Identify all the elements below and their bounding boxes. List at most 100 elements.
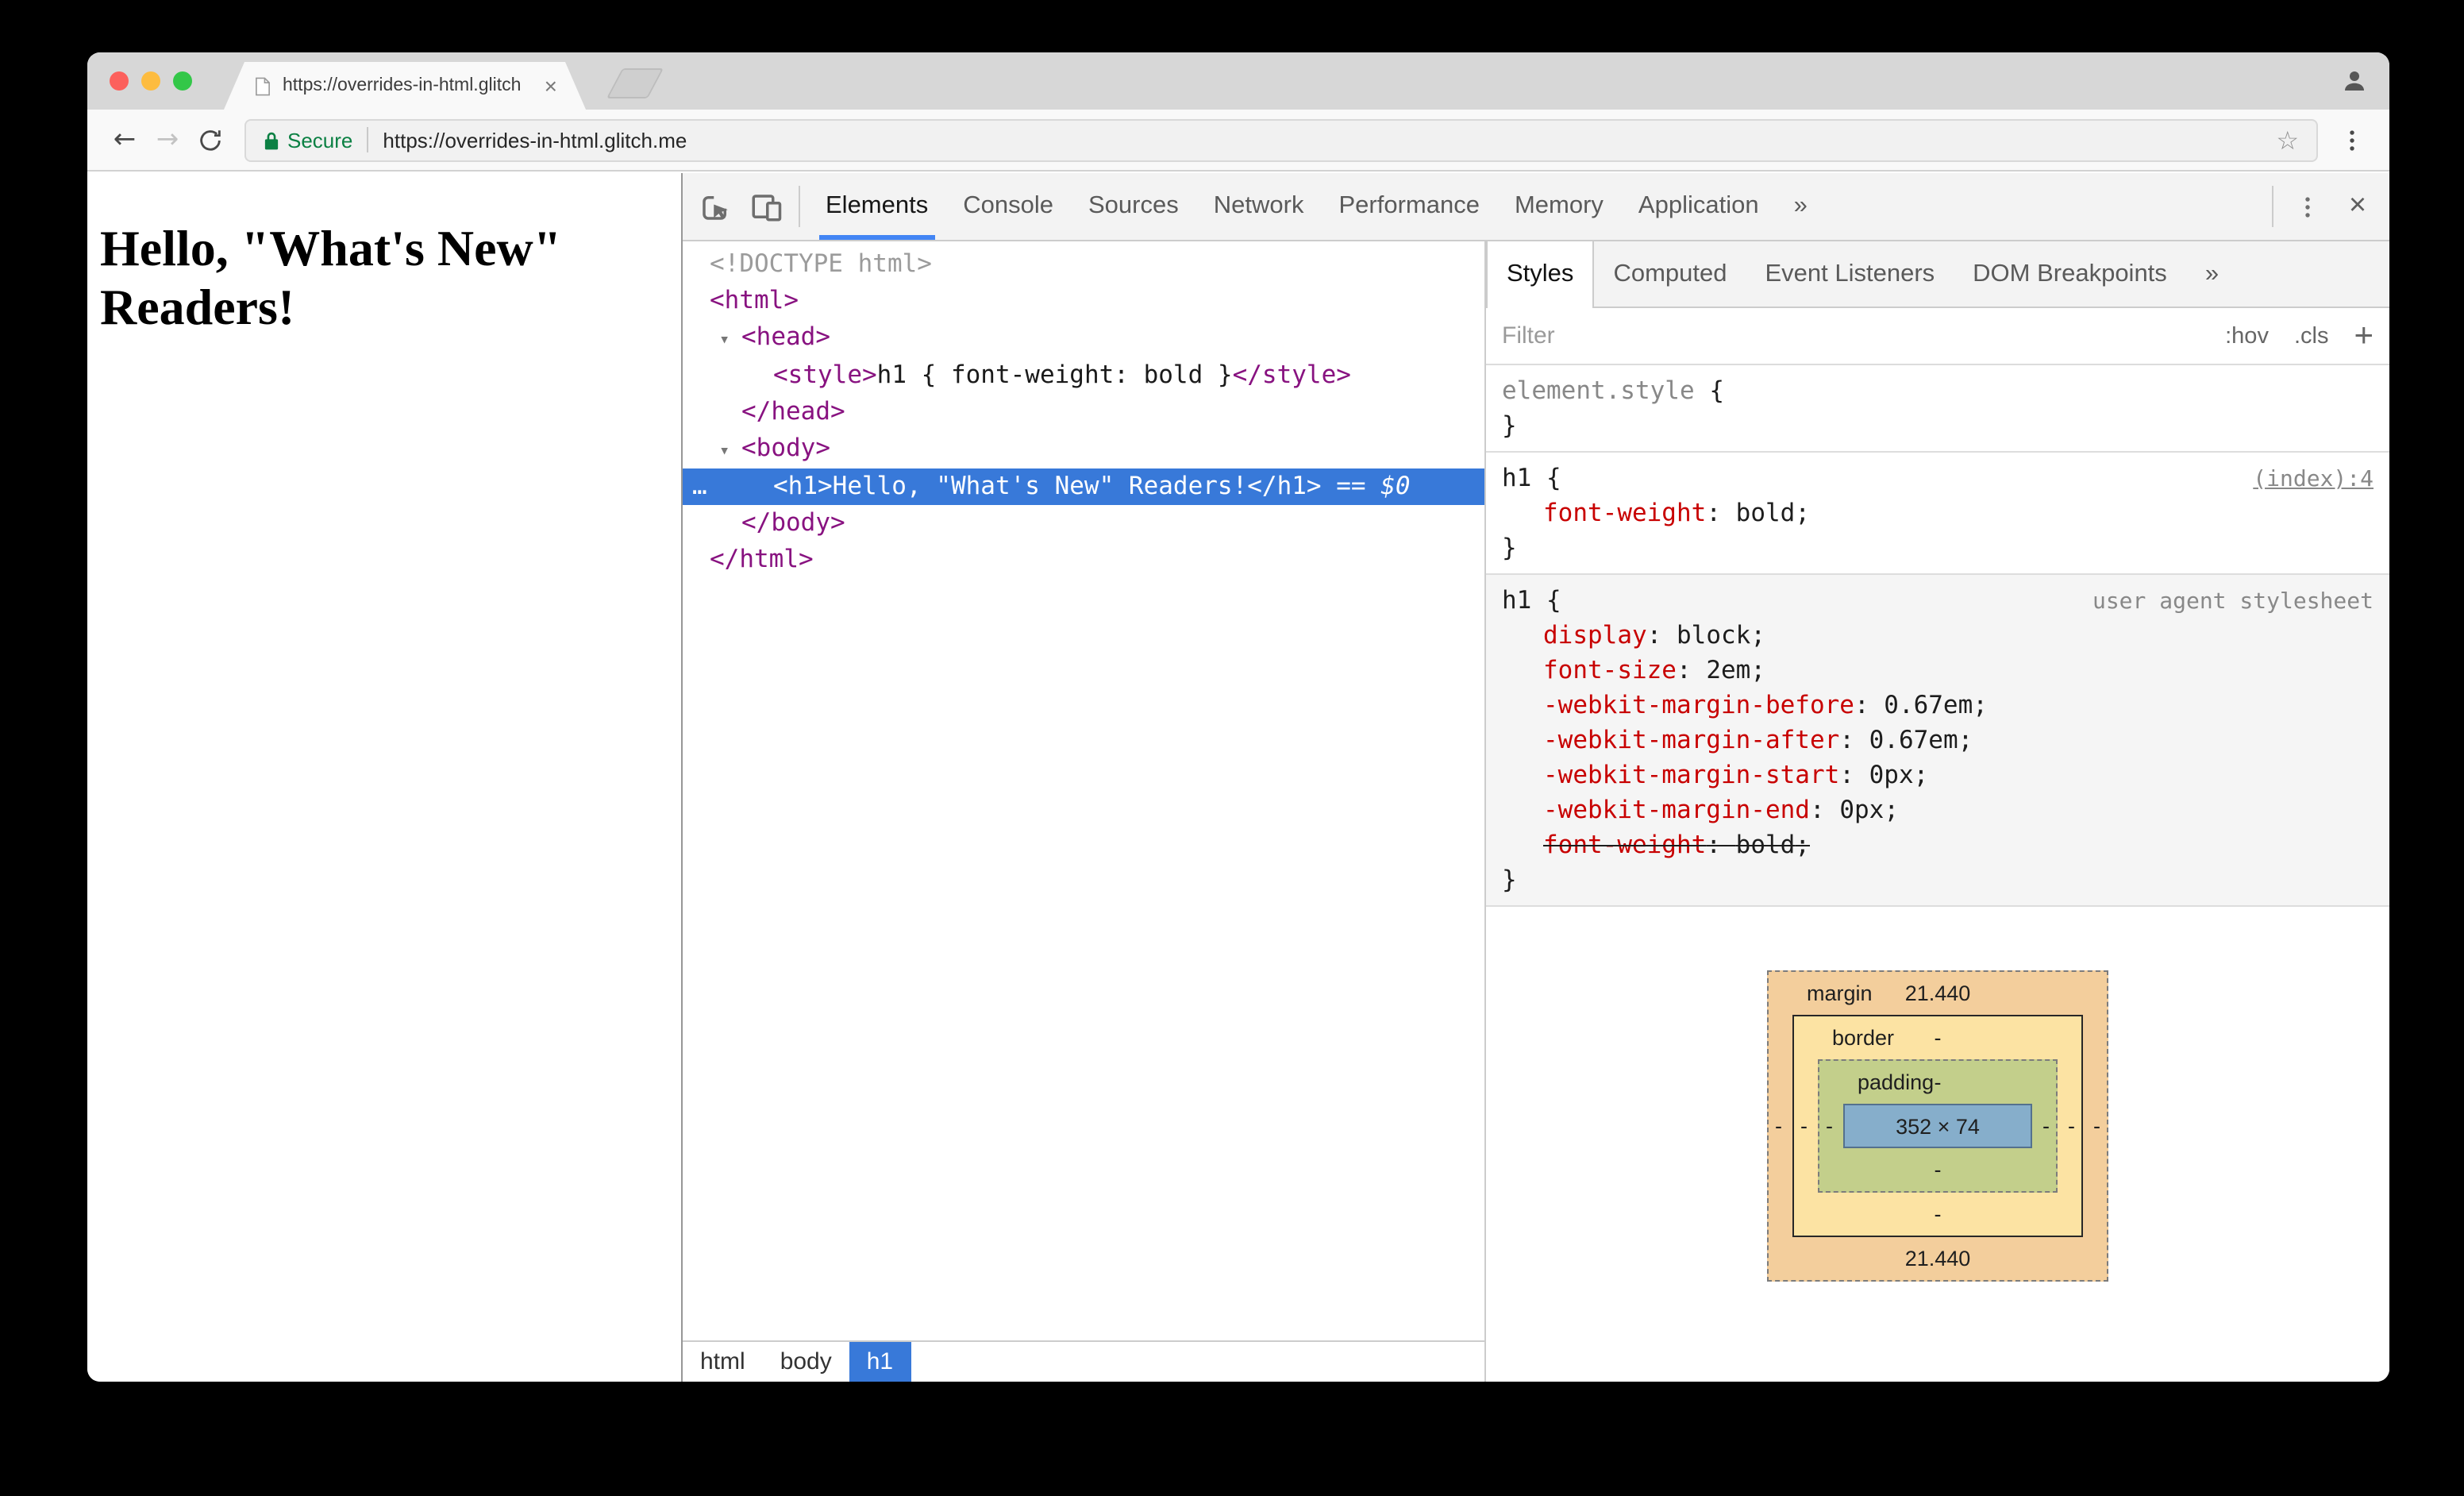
box-model-border[interactable]: border - - - padding - - - 352 × 74 - - (1792, 1015, 2083, 1237)
css-property[interactable]: -webkit-margin-start: 0px; (1502, 758, 2374, 792)
sidebar-tab-more[interactable]: » (2186, 241, 2238, 307)
box-model-margin[interactable]: margin 21.440 - - border - - - padding -… (1767, 970, 2108, 1282)
dom-tree-row[interactable]: <!DOCTYPE html> (683, 246, 1484, 283)
box-model-content[interactable]: 352 × 74 (1843, 1104, 2032, 1148)
css-property-semicolon: ; (1884, 796, 1899, 824)
dom-tree-row[interactable]: <style>h1 { font-weight: bold }</style> (683, 357, 1484, 394)
devtools-menu-icon[interactable] (2281, 173, 2332, 240)
sidebar-tab-dom-breakpoints[interactable]: DOM Breakpoints (1954, 241, 2186, 307)
breadcrumb-item-body[interactable]: body (763, 1342, 849, 1382)
devtools-close-icon[interactable]: × (2332, 173, 2383, 240)
css-property[interactable]: -webkit-margin-after: 0.67em; (1502, 723, 2374, 758)
dom-tree-row[interactable]: <html> (683, 283, 1484, 319)
css-property[interactable]: font-weight: bold; (1502, 827, 2374, 862)
dom-tree-row[interactable]: </head> (683, 394, 1484, 430)
css-property[interactable]: -webkit-margin-end: 0px; (1502, 792, 2374, 827)
tab-bar: https://overrides-in-html.glitch × (87, 52, 2389, 110)
inspect-element-icon[interactable] (689, 173, 740, 240)
sidebar-tab-styles[interactable]: Styles (1486, 241, 1595, 308)
padding-right-value[interactable]: - (2042, 1114, 2050, 1138)
css-property-name: font-size (1543, 656, 1677, 684)
css-property[interactable]: font-weight: bold; (1502, 495, 2374, 530)
new-tab-button[interactable] (606, 68, 664, 98)
style-rule-header: element.style { (1502, 373, 2374, 408)
address-bar[interactable]: Secure https://overrides-in-html.glitch.… (244, 118, 2318, 161)
profile-icon[interactable] (2340, 67, 2369, 95)
code-token: <h1> (773, 472, 833, 500)
box-model-padding[interactable]: padding - - - 352 × 74 - (1818, 1059, 2058, 1193)
style-rule: element.style {} (1486, 365, 2389, 453)
sidebar-tab-event-listeners[interactable]: Event Listeners (1746, 241, 1954, 307)
breadcrumb: html body h1 (683, 1340, 1484, 1382)
browser-menu-icon[interactable] (2331, 118, 2374, 161)
devtools-tab-performance[interactable]: Performance (1321, 173, 1496, 240)
tab-close-icon[interactable]: × (545, 75, 557, 97)
css-property[interactable]: font-size: 2em; (1502, 653, 2374, 688)
margin-bottom-value[interactable]: 21.440 (1905, 1247, 1971, 1270)
expand-arrow-icon[interactable]: ▾ (719, 321, 741, 357)
fullscreen-window-button[interactable] (173, 71, 192, 91)
border-left-value[interactable]: - (1800, 1114, 1808, 1138)
forward-button[interactable]: → (146, 118, 189, 161)
reload-button[interactable] (189, 118, 232, 161)
devtools-toolbar-right: × (2264, 173, 2383, 240)
pseudo-class-toggle[interactable]: :hov (2225, 323, 2269, 349)
browser-tab[interactable]: https://overrides-in-html.glitch × (224, 62, 586, 110)
close-window-button[interactable] (110, 71, 129, 91)
class-toggle[interactable]: .cls (2294, 323, 2329, 349)
devtools-tab-sources[interactable]: Sources (1071, 173, 1196, 240)
breadcrumb-item-h1[interactable]: h1 (849, 1342, 911, 1382)
margin-top-value[interactable]: 21.440 (1905, 981, 1971, 1005)
filter-input[interactable]: Filter (1502, 322, 1555, 349)
security-status[interactable]: Secure (264, 128, 352, 152)
css-property[interactable]: display: block; (1502, 618, 2374, 653)
style-rule: h1 {(index):4 font-weight: bold;} (1486, 453, 2389, 575)
rule-selector[interactable]: h1 (1502, 586, 1531, 615)
padding-bottom-value[interactable]: - (1935, 1158, 1942, 1182)
devtools-tab-application[interactable]: Application (1621, 173, 1777, 240)
browser-toolbar: ← → Secure https://overrides-in-html.gli… (87, 110, 2389, 172)
rule-selector[interactable]: h1 (1502, 464, 1531, 492)
dom-tree-row[interactable]: </html> (683, 542, 1484, 578)
code-token: <html> (710, 286, 799, 314)
devtools-tab-network[interactable]: Network (1196, 173, 1322, 240)
margin-right-value[interactable]: - (2093, 1114, 2100, 1138)
bookmark-star-icon[interactable]: ☆ (2276, 125, 2299, 155)
devtools-tab-elements[interactable]: Elements (808, 173, 945, 240)
css-property-semicolon: ; (1913, 761, 1929, 789)
code-token: </head> (741, 397, 845, 426)
back-button[interactable]: ← (103, 118, 146, 161)
breadcrumb-item-html[interactable]: html (683, 1342, 763, 1382)
dom-tree-row[interactable]: </body> (683, 505, 1484, 542)
margin-left-value[interactable]: - (1775, 1114, 1782, 1138)
dom-tree-row[interactable]: … <h1>Hello, "What's New" Readers!</h1> =… (683, 468, 1484, 505)
padding-left-value[interactable]: - (1826, 1114, 1833, 1138)
rule-selector[interactable]: element.style (1502, 376, 1695, 405)
close-brace: } (1502, 411, 1517, 440)
screen: https://overrides-in-html.glitch × ← → S… (0, 0, 2464, 1496)
css-property[interactable]: -webkit-margin-before: 0.67em; (1502, 688, 2374, 723)
padding-top-value[interactable]: - (1935, 1070, 1942, 1094)
border-top-value[interactable]: - (1935, 1026, 1942, 1050)
border-bottom-value[interactable]: - (1935, 1202, 1942, 1226)
css-property-name: -webkit-margin-end (1543, 796, 1810, 824)
devtools-tab-more[interactable]: » (1777, 173, 1825, 240)
sidebar-tab-computed[interactable]: Computed (1594, 241, 1746, 307)
minimize-window-button[interactable] (141, 71, 160, 91)
css-property-semicolon: ; (1958, 726, 1973, 754)
code-token: <body> (741, 434, 830, 462)
dom-tree-row[interactable]: ▾ <head> (683, 319, 1484, 357)
padding-label: padding (1858, 1070, 1935, 1094)
expand-arrow-icon[interactable]: ▾ (719, 432, 741, 468)
code-token: <style> (773, 361, 877, 389)
device-toolbar-icon[interactable] (740, 173, 791, 240)
devtools-tab-console[interactable]: Console (945, 173, 1071, 240)
border-right-value[interactable]: - (2068, 1114, 2075, 1138)
css-property-value: 0px (1869, 761, 1914, 789)
style-rule-header: h1 {(index):4 (1502, 461, 2374, 495)
stylesheet-source-link[interactable]: (index):4 (2253, 462, 2374, 497)
devtools-tab-memory[interactable]: Memory (1497, 173, 1621, 240)
dom-tree-row[interactable]: ▾ <body> (683, 430, 1484, 468)
new-style-rule-icon[interactable]: + (2354, 319, 2374, 353)
css-property-value: block (1677, 621, 1751, 650)
